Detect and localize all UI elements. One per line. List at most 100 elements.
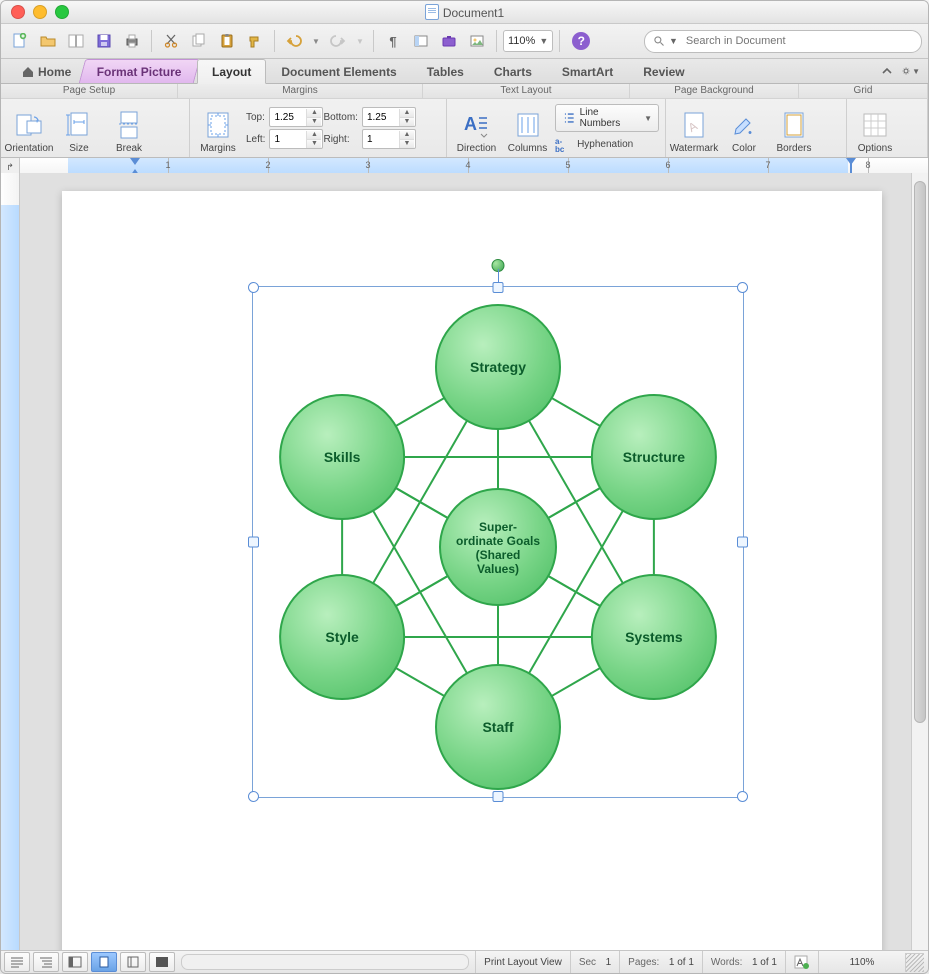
page-color-button[interactable]: Color (722, 102, 766, 154)
status-bar: Print Layout View Sec 1 Pages: 1 of 1 Wo… (1, 950, 928, 973)
grid-options-button[interactable]: Options (853, 102, 897, 154)
view-publishing-button[interactable] (62, 952, 88, 972)
watermark-button[interactable]: A Watermark (672, 102, 716, 154)
svg-text:Staff: Staff (482, 719, 513, 735)
undo-button[interactable] (281, 28, 307, 54)
group-label-page-setup: Page Setup (1, 84, 178, 98)
group-margins: Margins Top: ▲▼ Bottom: ▲▼ Left: ▲▼ Righ… (190, 99, 447, 157)
status-zoom[interactable]: 110% (850, 957, 875, 968)
collapse-ribbon-button[interactable] (878, 62, 896, 80)
group-label-grid: Grid (799, 84, 928, 98)
tab-layout[interactable]: Layout (197, 59, 266, 84)
svg-text:bc: bc (555, 145, 565, 152)
view-print-layout-button[interactable] (91, 952, 117, 972)
status-words: 1 of 1 (752, 957, 777, 968)
group-page-background: A Watermark Color Borders (666, 99, 847, 157)
app-window: Document1 ▼ ▼ ¶ 110%▼ ? ▼ (0, 0, 929, 974)
svg-text:Strategy: Strategy (470, 359, 526, 375)
tab-format-picture[interactable]: Format Picture (79, 59, 200, 83)
group-text-layout: A Direction Columns Line Numbers▼ a-bc H… (447, 99, 666, 157)
direction-button[interactable]: A Direction (453, 102, 500, 154)
resize-grip[interactable] (905, 953, 924, 972)
status-pages: 1 of 1 (669, 957, 694, 968)
paste-button[interactable] (214, 28, 240, 54)
svg-text:Super-: Super- (479, 520, 517, 534)
svg-text:Skills: Skills (324, 449, 361, 465)
document-icon (425, 4, 439, 20)
vertical-scrollbar[interactable] (911, 173, 928, 951)
svg-text:Systems: Systems (625, 629, 683, 645)
view-notebook-button[interactable] (120, 952, 146, 972)
columns-button[interactable]: Columns (506, 102, 549, 154)
ribbon-options-button[interactable]: ▼ (902, 62, 920, 80)
seven-s-diagram: Strategy Structure Systems Staff Style Skills… (253, 287, 743, 797)
work-area: Strategy Structure Systems Staff Style Skills… (1, 173, 928, 951)
show-formatting-button[interactable]: ¶ (380, 28, 406, 54)
window-title: Document1 (1, 4, 928, 20)
save-button[interactable] (91, 28, 117, 54)
svg-text:Structure: Structure (623, 449, 685, 465)
media-browser-button[interactable] (464, 28, 490, 54)
spell-check-button[interactable] (785, 951, 818, 973)
margin-left-input[interactable]: ▲▼ (269, 129, 323, 149)
tab-smartart[interactable]: SmartArt (547, 59, 628, 83)
horizontal-scrollbar[interactable] (181, 954, 469, 970)
view-draft-button[interactable] (4, 952, 30, 972)
tab-charts[interactable]: Charts (479, 59, 547, 83)
page-borders-button[interactable]: Borders (772, 102, 816, 154)
size-button[interactable]: Size (57, 102, 101, 154)
line-numbers-button[interactable]: Line Numbers▼ (555, 104, 659, 132)
vertical-ruler[interactable] (1, 173, 20, 951)
margin-top-input[interactable]: ▲▼ (269, 107, 323, 127)
search-input[interactable] (684, 34, 913, 48)
undo-dropdown[interactable]: ▼ (309, 28, 323, 54)
status-section: 1 (606, 957, 612, 968)
zoom-selector[interactable]: 110%▼ (503, 30, 553, 52)
orientation-button[interactable]: Orientation (7, 102, 51, 154)
search-box[interactable]: ▼ (644, 30, 922, 53)
help-button[interactable]: ? (572, 32, 590, 50)
label-left: Left: (246, 134, 265, 145)
label-right: Right: (323, 134, 357, 145)
cut-button[interactable] (158, 28, 184, 54)
break-button[interactable]: Break (107, 102, 151, 154)
document-viewport[interactable]: Strategy Structure Systems Staff Style Skills… (20, 173, 911, 951)
open-button[interactable] (35, 28, 61, 54)
toolbox-button[interactable] (436, 28, 462, 54)
template-button[interactable] (63, 28, 89, 54)
tab-tables[interactable]: Tables (412, 59, 479, 83)
show-sidebar-button[interactable] (408, 28, 434, 54)
group-page-setup: Orientation Size Break (1, 99, 190, 157)
group-label-text-layout: Text Layout (423, 84, 630, 98)
redo-dropdown[interactable]: ▼ (353, 28, 367, 54)
copy-button[interactable] (186, 28, 212, 54)
svg-text:Values): Values) (477, 562, 519, 576)
format-painter-button[interactable] (242, 28, 268, 54)
page: Strategy Structure Systems Staff Style Skills… (62, 191, 882, 951)
ribbon-tabstrip: Home Format Picture Layout Document Elem… (1, 59, 928, 84)
tab-home[interactable]: Home (7, 59, 86, 83)
margins-button[interactable]: Margins (196, 102, 240, 154)
tab-review[interactable]: Review (628, 59, 699, 83)
new-doc-button[interactable] (7, 28, 33, 54)
label-bottom: Bottom: (323, 112, 357, 123)
picture-selection[interactable]: Strategy Structure Systems Staff Style Skills… (252, 286, 744, 798)
zoom-value: 110% (508, 35, 535, 47)
line-numbers-icon (562, 111, 576, 125)
hyphenation-button[interactable]: a-bc Hyphenation (555, 136, 659, 152)
scrollbar-thumb[interactable] (914, 181, 926, 723)
view-outline-button[interactable] (33, 952, 59, 972)
print-button[interactable] (119, 28, 145, 54)
tab-document-elements[interactable]: Document Elements (266, 59, 411, 83)
ribbon: Page Setup Margins Text Layout Page Back… (1, 84, 928, 158)
margin-bottom-input[interactable]: ▲▼ (362, 107, 416, 127)
svg-text:Style: Style (325, 629, 359, 645)
margin-right-input[interactable]: ▲▼ (362, 129, 416, 149)
view-focus-button[interactable] (149, 952, 175, 972)
title-bar: Document1 (1, 1, 928, 24)
status-view: Print Layout View (484, 957, 562, 968)
search-icon (653, 35, 665, 47)
redo-button[interactable] (325, 28, 351, 54)
margin-fields: Top: ▲▼ Bottom: ▲▼ Left: ▲▼ Right: ▲▼ (246, 107, 412, 149)
svg-text:(Shared: (Shared (476, 548, 521, 562)
